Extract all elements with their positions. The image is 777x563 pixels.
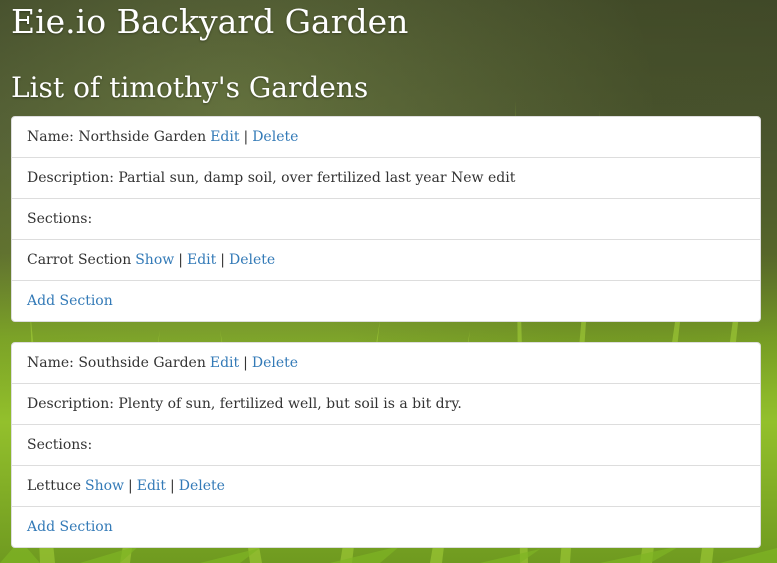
sections-label: Sections: (27, 211, 93, 227)
garden-card-southside: Name: Southside Garden Edit | Delete Des… (11, 342, 761, 548)
edit-garden-link[interactable]: Edit (210, 129, 239, 145)
separator: | (170, 478, 175, 494)
garden-description: Description: Plenty of sun, fertilized w… (27, 396, 462, 412)
sections-label: Sections: (27, 437, 93, 453)
add-section-link[interactable]: Add Section (27, 519, 113, 535)
sections-heading-row: Sections: (12, 425, 760, 466)
garden-name: Name: Northside Garden (27, 129, 207, 145)
delete-garden-link[interactable]: Delete (252, 355, 298, 371)
add-section-link[interactable]: Add Section (27, 293, 113, 309)
delete-section-link[interactable]: Delete (229, 252, 275, 268)
garden-card-northside: Name: Northside Garden Edit | Delete Des… (11, 116, 761, 322)
edit-section-link[interactable]: Edit (187, 252, 216, 268)
section-row: Lettuce Show | Edit | Delete (12, 466, 760, 507)
sections-heading-row: Sections: (12, 199, 760, 240)
separator: | (220, 252, 225, 268)
edit-garden-link[interactable]: Edit (210, 355, 239, 371)
garden-name-row: Name: Northside Garden Edit | Delete (12, 117, 760, 158)
add-section-row: Add Section (12, 281, 760, 321)
section-name: Carrot Section (27, 252, 132, 268)
garden-description-row: Description: Plenty of sun, fertilized w… (12, 384, 760, 425)
add-section-row: Add Section (12, 507, 760, 547)
separator: | (243, 129, 249, 145)
page-title: List of timothy's Gardens (11, 71, 369, 104)
edit-section-link[interactable]: Edit (137, 478, 166, 494)
garden-description: Description: Partial sun, damp soil, ove… (27, 170, 516, 186)
section-name: Lettuce (27, 478, 81, 494)
garden-description-row: Description: Partial sun, damp soil, ove… (12, 158, 760, 199)
delete-section-link[interactable]: Delete (179, 478, 225, 494)
separator: | (128, 478, 133, 494)
separator: | (243, 355, 248, 371)
garden-name: Name: Southside Garden (27, 355, 206, 371)
separator: | (178, 252, 183, 268)
site-title: Eie.io Backyard Garden (11, 2, 409, 41)
show-section-link[interactable]: Show (85, 478, 124, 494)
delete-garden-link[interactable]: Delete (252, 129, 298, 145)
section-row: Carrot Section Show | Edit | Delete (12, 240, 760, 281)
garden-name-row: Name: Southside Garden Edit | Delete (12, 343, 760, 384)
show-section-link[interactable]: Show (135, 252, 174, 268)
